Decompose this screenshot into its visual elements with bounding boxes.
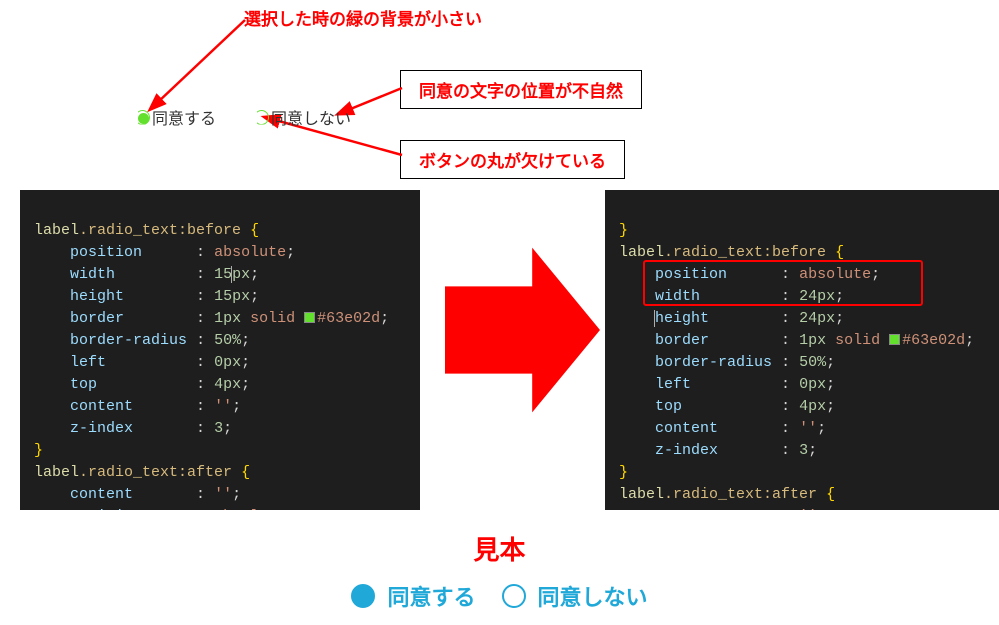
original-agree-label: 同意する [152,105,216,129]
sample-radio-disagree[interactable]: 同意しない [502,580,648,612]
original-radio-group: 同意する 同意しない [135,105,351,129]
sample-agree-label: 同意する [387,580,475,612]
original-radio-disagree[interactable]: 同意しない [254,105,351,129]
radio-dot-icon [138,113,149,124]
sample-heading: 見本 [0,530,999,567]
sample-disagree-label: 同意しない [538,580,648,612]
sample-radio-group: 同意する 同意しない [0,580,999,612]
code-panel-after: } label.radio_text:before { position : a… [605,190,999,510]
radio-ring-icon [254,110,269,125]
original-radio-agree[interactable]: 同意する [135,105,216,129]
big-arrow-icon [445,245,600,415]
radio-filled-icon [351,584,375,608]
annotation-bg-small: 選択した時の緑の背景が小さい [240,3,486,32]
sample-radio-agree[interactable]: 同意する [351,580,475,612]
radio-ring-icon [135,110,150,125]
annotation-circle-cut: ボタンの丸が欠けている [400,140,625,179]
code-panel-before: label.radio_text:before { position : abs… [20,190,420,510]
highlight-changed-lines [643,260,923,306]
annotation-text-pos: 同意の文字の位置が不自然 [400,70,642,109]
original-disagree-label: 同意しない [271,105,351,129]
radio-empty-icon [502,584,526,608]
